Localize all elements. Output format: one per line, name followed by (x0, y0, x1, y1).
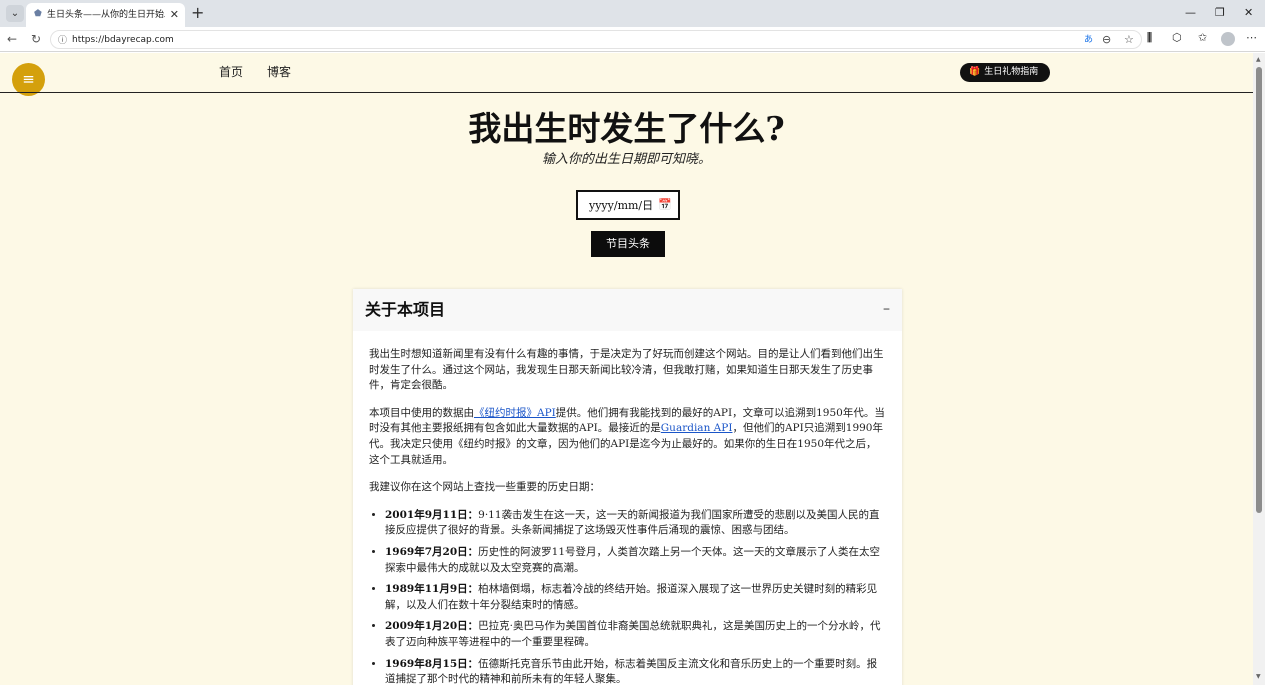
minimize-icon[interactable]: — (1185, 6, 1196, 19)
scroll-down-arrow-icon[interactable]: ▼ (1256, 673, 1261, 680)
list-item: 1989年11月9日：柏林墙倒塌，标志着冷战的终结开始。报道深入展现了这一世界历… (385, 582, 885, 613)
list-item: 1969年7月20日：历史性的阿波罗11号登月，人类首次踏上另一个天体。这一天的… (385, 545, 885, 576)
page-scrollbar[interactable]: ▲ ▼ (1253, 53, 1265, 685)
refresh-icon[interactable]: ↻ (31, 32, 41, 46)
about-paragraph-2: 本项目中使用的数据由《纽约时报》API提供。他们拥有我能找到的最好的API，文章… (369, 406, 885, 468)
gift-guide-button[interactable]: 🎁 生日礼物指南 (960, 63, 1050, 82)
site-favicon-icon: ⬟ (34, 9, 42, 19)
list-item: 2009年1月20日：巴拉克·奥巴马作为美国首位非裔美国总统就职典礼，这是美国历… (385, 619, 885, 650)
about-paragraph-3: 我建议你在这个网站上查找一些重要的历史日期： (369, 481, 600, 494)
favorites-icon[interactable]: ✩ (1198, 31, 1207, 45)
tab-title: 生日头条——从你的生日开始发现 (47, 10, 165, 20)
para2-pre: 本项目中使用的数据由 (369, 406, 474, 419)
submit-headlines-button[interactable]: 节目头条 (591, 231, 665, 257)
list-item: 1969年8月15日：伍德斯托克音乐节由此开始，标志着美国反主流文化和音乐历史上… (385, 657, 885, 685)
about-body: 我出生时想知道新闻里有没有什么有趣的事情，于是决定为了好玩而创建这个网站。目的是… (369, 347, 885, 685)
scrollbar-thumb[interactable] (1256, 67, 1262, 513)
gift-icon: 🎁 (969, 67, 981, 77)
nyt-api-link[interactable]: 《纽约时报》API (474, 407, 556, 419)
important-dates-list: 2001年9月11日：9·11袭击发生在这一天，这一天的新闻报道为我们国家所遭受… (369, 508, 885, 685)
date-label: 1969年7月20日： (385, 545, 479, 558)
browser-tab[interactable]: ⬟ 生日头条——从你的生日开始发现 ✕ (26, 3, 185, 27)
url-text[interactable]: https://bdayrecap.com (72, 34, 174, 46)
address-toolbar: ← ↻ ⓘ https://bdayrecap.com あ ⊖ ☆ (0, 27, 1265, 52)
header-divider (0, 92, 1253, 93)
favorite-star-icon[interactable]: ☆ (1124, 33, 1134, 47)
about-section: 关于本项目 – 我出生时想知道新闻里有没有什么有趣的事情，于是决定为了好玩而创建… (353, 289, 902, 685)
list-item: 2001年9月11日：9·11袭击发生在这一天，这一天的新闻报道为我们国家所遭受… (385, 508, 885, 539)
calendar-icon[interactable]: 📅 (658, 198, 672, 212)
restore-icon[interactable]: ❐ (1215, 6, 1225, 19)
nav-link-blog[interactable]: 博客 (267, 64, 291, 80)
tab-actions-chevron-icon[interactable]: ⌄ (6, 5, 24, 22)
about-paragraph-1: 我出生时想知道新闻里有没有什么有趣的事情，于是决定为了好玩而创建这个网站。目的是… (369, 348, 884, 392)
about-title: 关于本项目 (365, 300, 446, 319)
page-viewport: ≡ 首页 博客 🎁 生日礼物指南 我出生时发生了什么? 输入你的出生日期即可知晓。… (0, 53, 1253, 685)
date-label: 2001年9月11日： (385, 508, 479, 521)
scroll-up-arrow-icon[interactable]: ▲ (1256, 56, 1261, 63)
tab-close-icon[interactable]: ✕ (170, 8, 179, 21)
reading-view-icon[interactable]: ⫼ (1147, 31, 1152, 45)
tracking-prevention-icon[interactable]: ⊖ (1102, 33, 1111, 47)
new-tab-icon[interactable]: + (191, 4, 204, 22)
gift-guide-label: 生日礼物指南 (984, 67, 1039, 77)
collapse-minus-icon[interactable]: – (883, 301, 890, 317)
back-icon[interactable]: ← (7, 32, 17, 46)
extensions-icon[interactable]: ⬡ (1172, 31, 1182, 45)
nav-link-home[interactable]: 首页 (219, 64, 243, 80)
site-info-icon[interactable]: ⓘ (58, 33, 67, 46)
profile-avatar[interactable] (1221, 32, 1235, 46)
about-header[interactable]: 关于本项目 – (353, 289, 902, 331)
guardian-api-link[interactable]: Guardian API (661, 422, 733, 434)
close-window-icon[interactable]: ✕ (1244, 6, 1253, 19)
url-bar[interactable]: ⓘ https://bdayrecap.com あ ⊖ ☆ (50, 30, 1142, 49)
date-label: 2009年1月20日： (385, 620, 479, 633)
more-options-icon[interactable]: ⋯ (1246, 31, 1257, 45)
translate-icon[interactable]: あ (1084, 33, 1093, 47)
date-label: 1969年8月15日： (385, 657, 479, 670)
birthdate-input[interactable]: yyyy/mm/日 📅 (576, 190, 680, 220)
birthdate-placeholder: yyyy/mm/日 (589, 199, 654, 212)
tab-bar: ⌄ ⬟ 生日头条——从你的生日开始发现 ✕ + — ❐ ✕ (0, 0, 1265, 27)
page-subtitle: 输入你的出生日期即可知晓。 (541, 152, 711, 167)
page-title: 我出生时发生了什么? (468, 109, 785, 148)
date-label: 1989年11月9日： (385, 583, 479, 596)
